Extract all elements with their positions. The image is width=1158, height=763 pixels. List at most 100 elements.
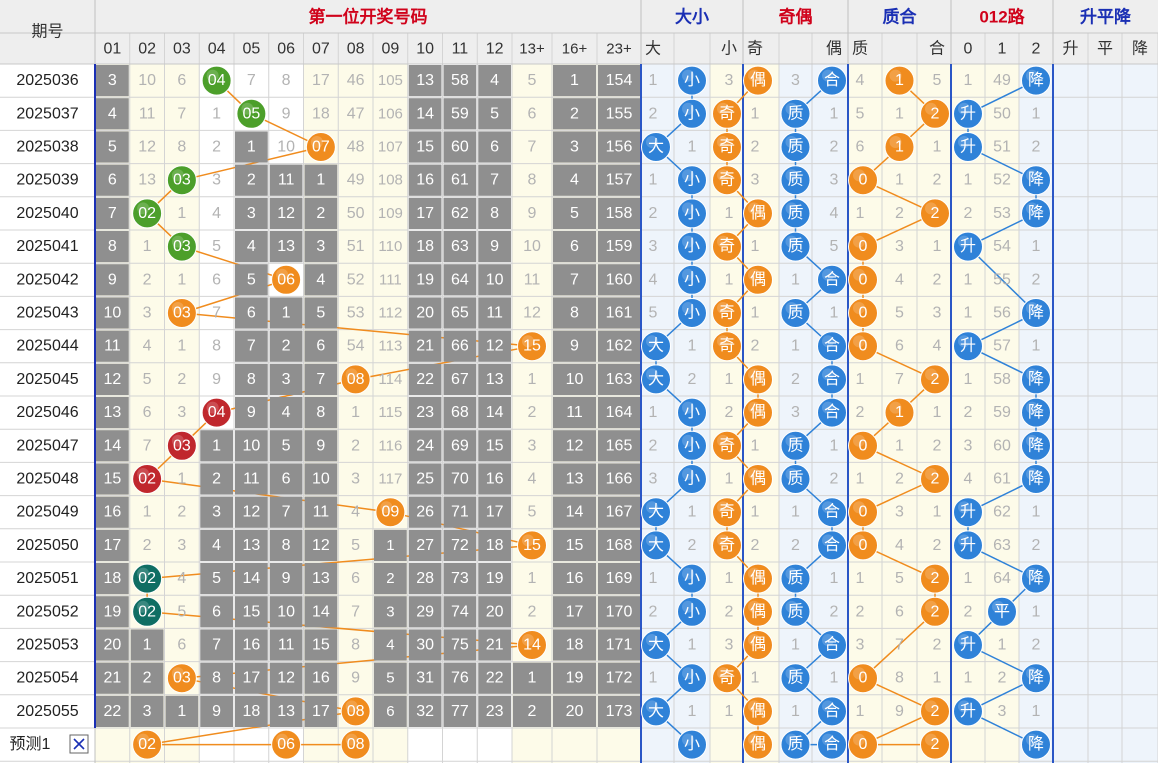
omission-value: 66: [451, 338, 469, 355]
ball-label: 大: [648, 138, 664, 156]
data-ball: 升: [953, 231, 983, 262]
period-label: 2025038: [16, 139, 78, 156]
data-ball: 合: [817, 530, 847, 561]
column-header: 偶: [826, 40, 842, 58]
omission-value: 12: [277, 205, 295, 222]
omission-value: 59: [451, 105, 469, 122]
omission-value: 10: [103, 305, 121, 322]
omission-value: 2: [688, 537, 697, 554]
data-ball: 奇: [712, 132, 742, 162]
omission-value: 117: [378, 471, 402, 488]
data-ball: 偶: [743, 65, 773, 96]
omission-value: 1: [830, 105, 839, 122]
omission-value: 1: [649, 570, 658, 587]
omission-value: 1: [649, 670, 658, 687]
ball-label: 15: [523, 537, 541, 554]
ball-label: 升: [960, 237, 976, 255]
omission-value: 3: [247, 205, 256, 222]
omission-value: 3: [143, 305, 152, 322]
omission-value: 14: [486, 404, 504, 421]
omission-value: 6: [316, 338, 325, 355]
column-header: 10: [416, 41, 434, 58]
omission-value: 6: [351, 570, 360, 587]
omission-value: 114: [378, 371, 402, 388]
ball-label: 0: [859, 271, 868, 288]
omission-value: 2: [282, 338, 291, 355]
data-ball: 升: [953, 630, 983, 660]
data-ball: 15: [517, 530, 547, 561]
data-ball: 02: [132, 198, 163, 229]
omission-value: 3: [212, 172, 221, 189]
ball-label: 大: [648, 370, 664, 388]
ball-label: 0: [859, 736, 868, 753]
omission-value: 1: [386, 537, 394, 554]
data-ball: 02: [132, 464, 163, 494]
omission-value: 165: [606, 437, 633, 454]
data-ball: 07: [305, 132, 336, 162]
omission-value: 9: [570, 338, 579, 355]
ball-label: 大: [648, 636, 664, 654]
omission-value: 9: [316, 437, 325, 454]
data-ball: 质: [780, 464, 811, 494]
data-ball: 质: [780, 132, 811, 162]
omission-value: 106: [378, 105, 403, 122]
omission-value: 65: [451, 305, 469, 322]
omission-value: 12: [277, 670, 295, 687]
omission-value: 53: [993, 205, 1011, 222]
omission-value: 8: [108, 238, 117, 255]
data-ball: 奇: [712, 331, 742, 362]
omission-value: 6: [212, 271, 221, 288]
omission-value: 10: [312, 471, 330, 488]
omission-value: 69: [451, 437, 469, 454]
omission-value: 5: [528, 504, 537, 521]
omission-value: 3: [282, 371, 291, 388]
ball-label: 合: [824, 337, 840, 355]
omission-value: 5: [143, 371, 152, 388]
omission-value: 1: [1032, 504, 1041, 521]
ball-label: 大: [648, 536, 664, 554]
omission-value: 19: [566, 670, 584, 687]
data-ball: 04: [201, 397, 232, 428]
omission-value: 6: [386, 703, 394, 720]
omission-value: 17: [416, 205, 434, 222]
ball-label: 升: [960, 536, 976, 554]
omission-value: 2: [212, 471, 221, 488]
omission-value: 2: [316, 205, 325, 222]
omission-value: 3: [933, 305, 942, 322]
ball-label: 偶: [750, 370, 766, 388]
omission-value: 4: [108, 105, 117, 122]
data-ball: 质: [780, 165, 811, 196]
ball-label: 08: [347, 736, 365, 753]
omission-value: 1: [791, 271, 800, 288]
data-ball: 奇: [712, 430, 742, 461]
close-icon[interactable]: [69, 734, 89, 754]
ball-label: 奇: [719, 536, 735, 554]
data-ball: 降: [1021, 397, 1051, 428]
group-title-zh: 质合: [883, 7, 918, 27]
data-ball: 偶: [743, 264, 773, 295]
omission-value: 18: [312, 105, 330, 122]
ball-label: 2: [931, 205, 940, 222]
omission-value: 2: [933, 537, 942, 554]
omission-value: 2: [856, 404, 865, 421]
omission-value: 4: [316, 271, 325, 288]
data-ball: 小: [677, 231, 707, 262]
omission-value: 2: [856, 603, 865, 620]
data-ball: 奇: [712, 98, 742, 129]
omission-value: 4: [282, 404, 291, 421]
omission-value: 3: [751, 172, 760, 189]
data-ball: 偶: [743, 630, 773, 660]
omission-value: 52: [347, 271, 365, 288]
omission-value: 13: [566, 471, 584, 488]
omission-value: 22: [416, 371, 434, 388]
omission-value: 1: [964, 570, 973, 587]
ball-label: 奇: [719, 171, 735, 189]
omission-value: 2: [177, 371, 186, 388]
omission-value: 14: [103, 437, 121, 454]
omission-value: 107: [378, 139, 403, 156]
ball-label: 合: [824, 370, 840, 388]
omission-value: 1: [177, 338, 186, 355]
omission-value: 50: [347, 205, 365, 222]
omission-value: 3: [570, 139, 579, 156]
omission-value: 1: [212, 105, 221, 122]
